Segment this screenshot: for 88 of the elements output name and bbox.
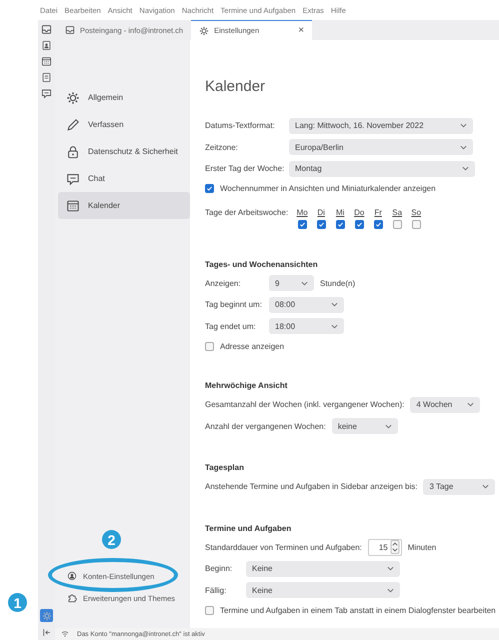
chevron-down-icon	[460, 123, 467, 128]
collapse-icon[interactable]	[41, 627, 52, 638]
dropdown[interactable]: 3 Tage	[423, 478, 496, 495]
field-label: Tag beginnt um:	[205, 300, 263, 310]
field-label: Anstehende Termine und Aufgaben in Sidebar anzeigen bis:	[205, 482, 418, 492]
checkbox-label: Adresse anzeigen	[220, 342, 284, 350]
checkbox[interactable]	[316, 220, 326, 228]
field-label: Zeitzone:	[205, 142, 239, 152]
dropdown[interactable]: Europa/Berlin	[289, 139, 473, 156]
section-heading: Tages- und Wochenansichten	[205, 260, 319, 268]
puzzle-icon	[67, 593, 77, 603]
gear-icon	[42, 610, 52, 620]
sidebar-item[interactable]: Kalender	[58, 192, 190, 219]
calendar-icon	[66, 198, 80, 212]
dropdown[interactable]: keine	[332, 418, 398, 434]
field-label: Beginn:	[205, 564, 234, 574]
weekday-label: Sa	[392, 208, 402, 216]
section-heading: Termine und Aufgaben	[205, 524, 292, 532]
chevron-down-icon	[331, 324, 338, 329]
page-title: Kalender	[205, 78, 266, 95]
chevron-down-icon	[387, 588, 394, 593]
account-icon	[67, 571, 77, 581]
checkbox[interactable]	[392, 220, 402, 228]
checkbox[interactable]	[298, 220, 307, 228]
chat-bubble-icon	[66, 172, 80, 186]
field-label: Erster Tag der Woche:	[205, 164, 283, 174]
weekday-label: Mi	[336, 208, 344, 216]
section-heading: Mehrwöchige Ansicht	[205, 381, 288, 390]
unit-label: Minuten	[408, 542, 436, 552]
field-label: Fällig:	[205, 586, 228, 595]
checkbox[interactable]	[412, 220, 421, 228]
field-label: Datums-Textformat:	[205, 121, 276, 130]
clipboard-icon[interactable]	[41, 72, 52, 83]
weekday-label: Mo	[296, 208, 308, 216]
sidebar-item[interactable]: Verfassen	[58, 111, 190, 138]
field-label: Gesamtanzahl der Wochen (inkl. vergangener Wochen):	[205, 400, 404, 410]
field-label: Tage der Arbeitswoche:	[205, 208, 288, 216]
stepper-icon[interactable]	[390, 540, 400, 554]
pencil-icon	[66, 118, 80, 132]
chevron-down-icon	[301, 280, 308, 286]
sidebar-item[interactable]: Allgemein	[58, 84, 190, 111]
weekday-label: Do	[354, 208, 364, 216]
checkbox-label: Wochennummer in Ansichten und Miniaturkalender anzeigen	[220, 184, 436, 193]
dropdown[interactable]: 4 Wochen	[410, 396, 480, 413]
chevron-down-icon	[384, 424, 392, 429]
section-heading: Tagesplan	[205, 463, 245, 472]
dropdown[interactable]: 08:00	[269, 296, 344, 313]
checkbox[interactable]	[205, 606, 214, 614]
inbox-icon	[65, 25, 75, 35]
chevron-down-icon	[460, 144, 467, 150]
chevron-down-icon	[462, 166, 469, 172]
address-book-icon[interactable]	[41, 40, 52, 51]
signal-icon	[61, 630, 69, 638]
calendar-icon[interactable]	[41, 56, 52, 67]
lock-icon	[66, 144, 80, 158]
field-label: Anzeigen:	[205, 278, 242, 288]
dropdown[interactable]: Keine	[246, 560, 400, 577]
inbox-icon[interactable]	[41, 24, 52, 35]
gear-icon	[199, 26, 210, 36]
chevron-down-icon	[482, 484, 490, 490]
checkbox[interactable]	[205, 342, 214, 350]
checkbox[interactable]	[354, 220, 364, 228]
sidebar-item[interactable]: Chat	[58, 165, 190, 192]
weekday-label: Fr	[374, 208, 382, 216]
dropdown[interactable]: 9	[269, 275, 314, 292]
unit-label: Stunde(n)	[320, 278, 356, 288]
chat-bubble-icon[interactable]	[41, 88, 52, 99]
chevron-down-icon	[387, 566, 394, 572]
checkbox-label: Termine und Aufgaben in einem Tab anstatt in einem Dialogfenster bearbeiten	[220, 606, 496, 614]
chevron-down-icon	[331, 302, 338, 308]
number-field[interactable]: 15	[368, 538, 402, 556]
field-label: Tag endet um:	[205, 322, 257, 331]
dropdown[interactable]: Keine	[246, 582, 400, 598]
dropdown[interactable]: Montag	[289, 160, 475, 177]
weekday-label: So	[411, 208, 422, 216]
gear-icon	[66, 90, 80, 104]
field-label: Anzahl der vergangenen Wochen:	[205, 422, 326, 431]
checkbox[interactable]	[374, 220, 383, 228]
weekday-label: Di	[317, 208, 325, 216]
field-label: Standarddauer von Terminen und Aufgaben:	[205, 542, 362, 552]
chevron-down-icon	[467, 402, 474, 408]
close-button[interactable]: ×	[298, 25, 304, 36]
step-badge: 1	[8, 593, 27, 612]
checkbox[interactable]	[336, 220, 345, 228]
dropdown[interactable]: Lang: Mittwoch, 16. November 2022	[289, 118, 473, 134]
dropdown[interactable]: 18:00	[269, 318, 344, 334]
checkbox[interactable]	[205, 184, 214, 193]
sidebar-item[interactable]: Datenschutz & Sicherheit	[58, 138, 190, 165]
